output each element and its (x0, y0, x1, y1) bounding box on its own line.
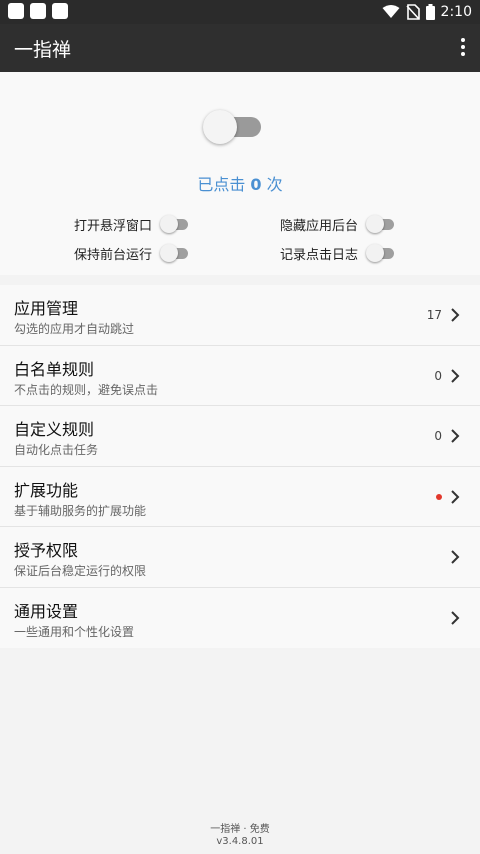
menu-item-count: 0 (434, 429, 442, 443)
chevron-right-icon (451, 368, 460, 383)
notification-icon (30, 3, 46, 19)
option-floating-window: 打开悬浮窗口 (70, 212, 190, 236)
settings-menu: 应用管理 勾选的应用才自动跳过 17 白名单规则 不点击的规则，避免误点击 0 … (0, 285, 480, 648)
app-bar: 一指禅 (0, 24, 480, 72)
footer: 一指禅 · 免费 v3.4.8.01 (0, 824, 480, 848)
menu-item-subtitle: 自动化点击任务 (14, 443, 99, 457)
menu-item-custom-rules[interactable]: 自定义规则 自动化点击任务 0 (0, 406, 480, 467)
click-count-value: 0 (250, 175, 262, 194)
app-title: 一指禅 (14, 39, 72, 61)
chevron-right-icon (451, 429, 460, 443)
chevron-right-icon (451, 489, 460, 504)
menu-item-app-management[interactable]: 应用管理 勾选的应用才自动跳过 17 (0, 285, 480, 346)
menu-item-title: 应用管理 (14, 299, 79, 318)
new-badge-dot (436, 493, 442, 500)
option-hide-recents: 隐藏应用后台 (276, 212, 396, 236)
floating-window-toggle[interactable] (160, 214, 190, 234)
menu-item-subtitle: 一些通用和个性化设置 (14, 624, 135, 639)
menu-item-title: 白名单规则 (14, 359, 95, 379)
option-keep-foreground: 保持前台运行 (70, 241, 190, 265)
menu-item-count: 17 (426, 308, 442, 322)
chevron-right-icon (451, 550, 460, 564)
menu-item-title: 自定义规则 (14, 420, 95, 439)
click-count-text: 已点击 0 次 (197, 175, 283, 194)
log-clicks-toggle[interactable] (366, 243, 396, 263)
menu-item-subtitle: 不点击的规则，避免误点击 (14, 382, 159, 397)
menu-item-title: 授予权限 (14, 541, 79, 560)
option-label: 隐藏应用后台 (279, 218, 358, 234)
menu-item-title: 扩展功能 (14, 480, 79, 500)
footer-app-name: 一指禅 · 免费 (210, 824, 270, 835)
battery-icon (425, 4, 435, 20)
status-time: 2:10 (440, 4, 472, 20)
menu-item-permissions[interactable]: 授予权限 保证后台稳定运行的权限 (0, 527, 480, 588)
menu-item-whitelist-rules[interactable]: 白名单规则 不点击的规则，避免误点击 0 (0, 346, 480, 406)
option-log-clicks: 记录点击日志 (276, 241, 396, 265)
main-service-toggle[interactable] (203, 110, 263, 144)
menu-item-general-settings[interactable]: 通用设置 一些通用和个性化设置 (0, 588, 480, 649)
notification-icon (8, 3, 24, 19)
footer-version: v3.4.8.01 (216, 836, 264, 847)
menu-item-title: 通用设置 (14, 601, 79, 621)
menu-item-extensions[interactable]: 扩展功能 基于辅助服务的扩展功能 (0, 467, 480, 527)
keep-foreground-toggle[interactable] (160, 243, 190, 263)
option-label: 保持前台运行 (73, 247, 152, 263)
menu-item-subtitle: 保证后台稳定运行的权限 (14, 564, 147, 578)
menu-item-subtitle: 基于辅助服务的扩展功能 (14, 503, 147, 518)
more-options-icon[interactable] (460, 38, 466, 58)
option-label: 打开悬浮窗口 (73, 218, 152, 234)
menu-item-subtitle: 勾选的应用才自动跳过 (14, 322, 135, 336)
no-sim-icon (405, 4, 420, 20)
chevron-right-icon (451, 308, 460, 322)
option-label: 记录点击日志 (279, 247, 358, 263)
chevron-right-icon (451, 610, 460, 625)
hero-panel: 已点击 0 次 打开悬浮窗口 隐藏应用后台 保持前台运行 记录点击日志 (0, 72, 480, 275)
menu-item-count: 0 (434, 368, 442, 383)
status-bar: 2:10 (0, 0, 480, 24)
notification-icon (52, 3, 68, 19)
wifi-icon (382, 5, 400, 18)
hide-recents-toggle[interactable] (366, 214, 396, 234)
